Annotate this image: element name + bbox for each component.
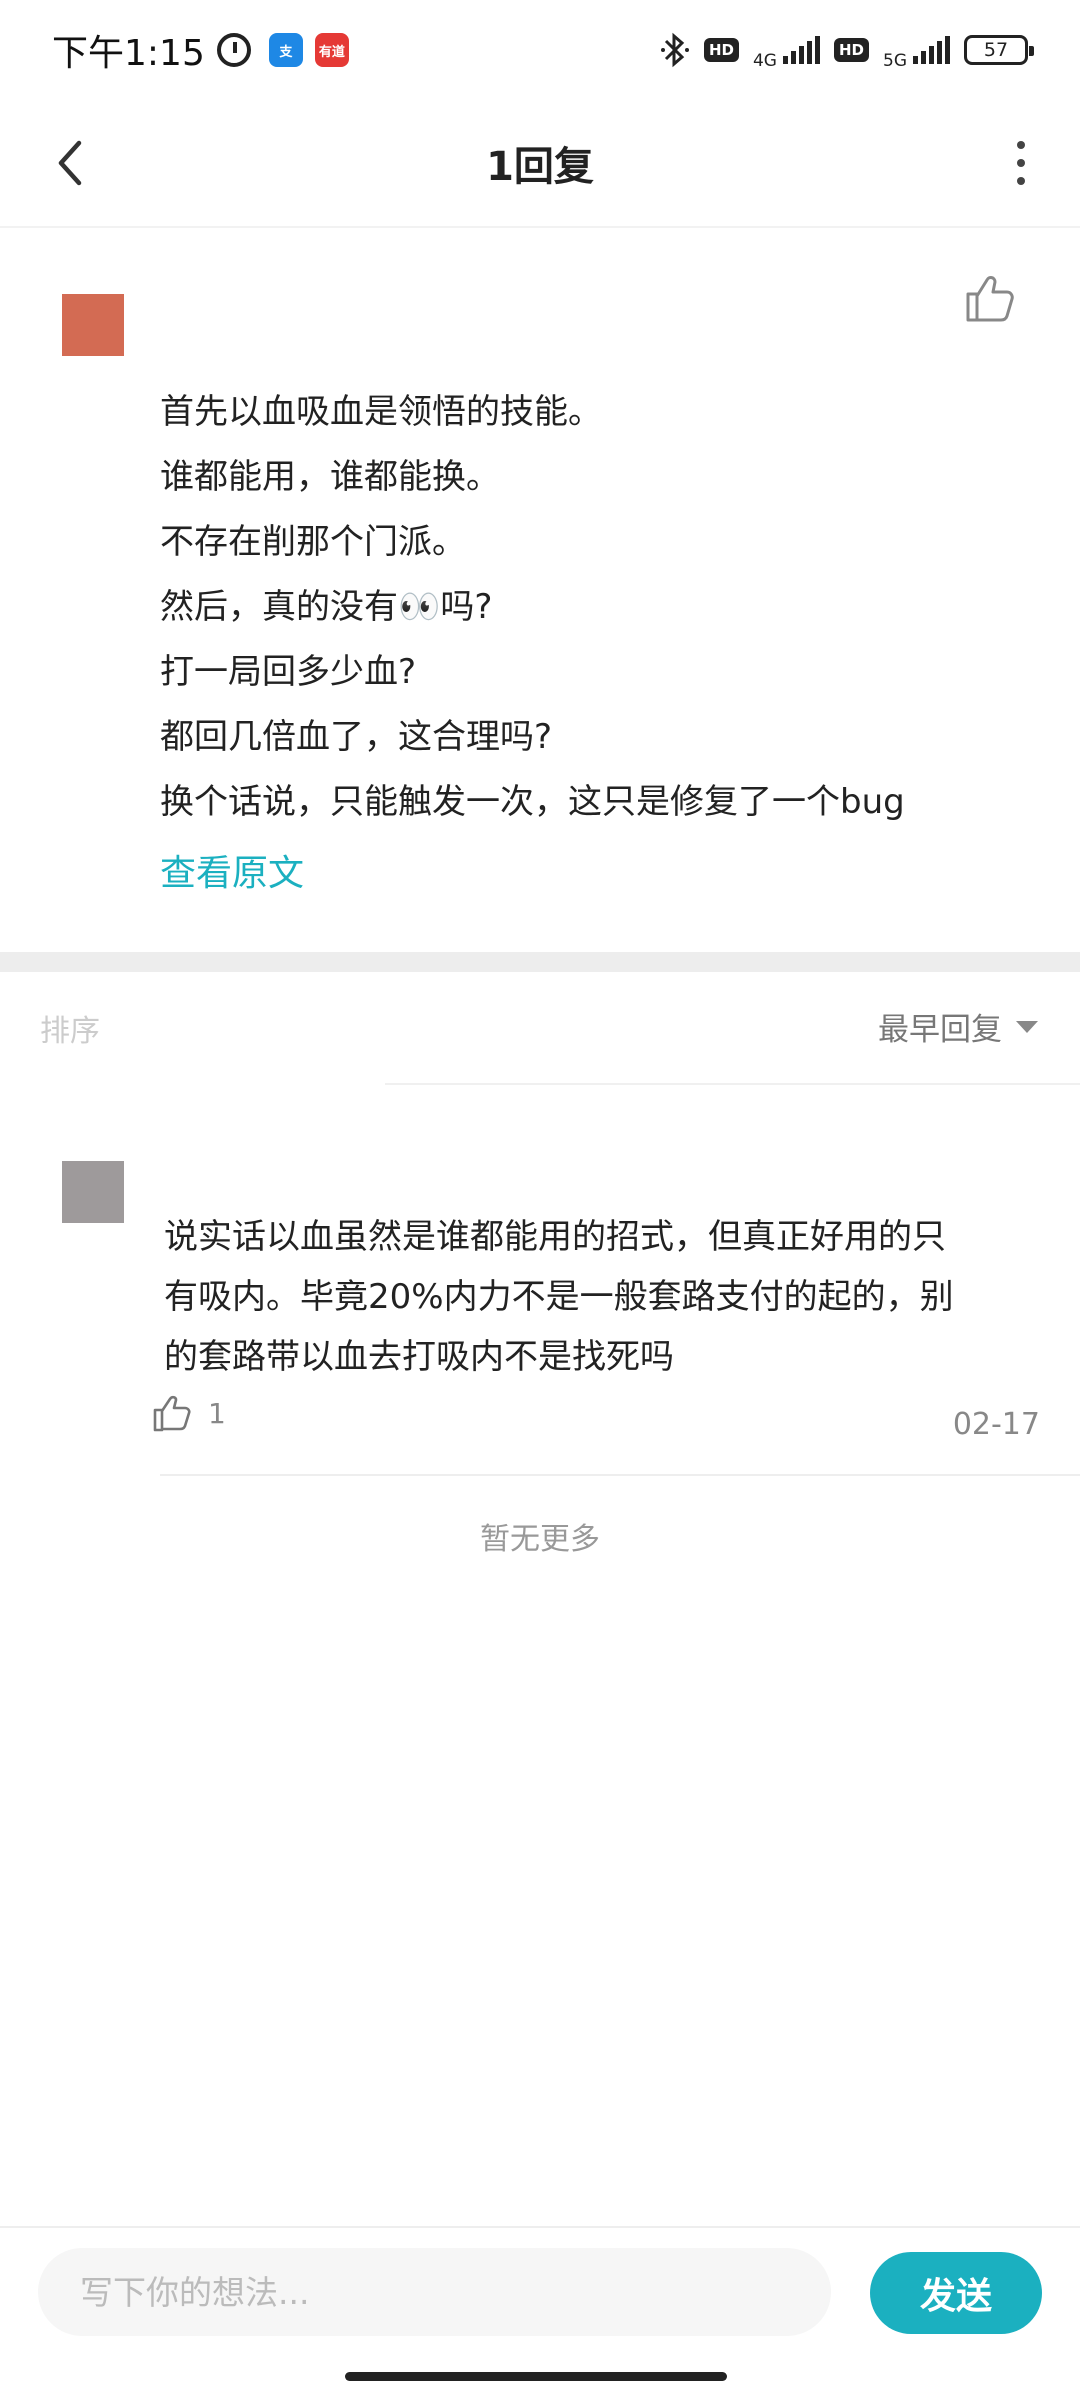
- sort-row: 排序 最早回复: [0, 972, 1080, 1084]
- more-vertical-icon: [1017, 141, 1025, 149]
- sort-label: 排序: [40, 1014, 100, 1049]
- send-button[interactable]: 发送: [870, 2252, 1042, 2334]
- alarm-icon: [216, 33, 251, 67]
- signal-icon: [782, 36, 820, 64]
- page-title: 1回复: [486, 144, 594, 190]
- signal-icon: [913, 36, 950, 64]
- comment-line: 然后，真的没有👀吗?: [160, 587, 493, 627]
- divider: [160, 1474, 1080, 1476]
- comment-input[interactable]: [38, 2248, 831, 2336]
- battery-icon: 57: [964, 35, 1034, 65]
- reply-line: 说实话以血虽然是谁都能用的招式，但真正好用的只: [164, 1217, 946, 1257]
- status-time: 下午1:15: [52, 33, 205, 74]
- reply-item: 说实话以血虽然是谁都能用的招式，但真正好用的只 有吸内。毕竟20%内力不是一般套…: [0, 1085, 1080, 1475]
- caret-down-icon: [1016, 1020, 1038, 1033]
- back-button[interactable]: [36, 128, 106, 198]
- main-comment: 首先以血吸血是领悟的技能。 谁都能用，谁都能换。 不存在削那个门派。 然后，真的…: [0, 228, 1080, 952]
- bluetooth-icon: [660, 32, 689, 68]
- thumbs-up-icon[interactable]: [960, 268, 1020, 328]
- hd-badge: HD: [703, 38, 739, 62]
- status-bar: 下午1:15 支 有道 HD 4G HD 5G 57: [0, 0, 1080, 100]
- network-type-5g: 5G: [883, 51, 907, 71]
- home-indicator[interactable]: [345, 2372, 727, 2381]
- comment-line: 首先以血吸血是领悟的技能。: [160, 392, 602, 432]
- back-arrow-icon: [58, 140, 82, 186]
- reply-line: 的套路带以血去打吸内不是找死吗: [164, 1337, 674, 1377]
- divider: [0, 2226, 1080, 2228]
- comment-line: 不存在削那个门派。: [160, 522, 466, 562]
- alipay-icon: 支: [268, 33, 303, 67]
- no-more-text: 暂无更多: [480, 1522, 600, 1557]
- sort-dropdown[interactable]: 最早回复: [878, 1004, 1038, 1049]
- like-count: 1: [208, 1396, 226, 1430]
- avatar[interactable]: [62, 1161, 124, 1223]
- youdao-icon: 有道: [314, 33, 349, 67]
- comment-line: 换个话说，只能触发一次，这只是修复了一个bug: [160, 782, 905, 822]
- like-button[interactable]: 1: [150, 1391, 226, 1435]
- more-button[interactable]: [986, 128, 1056, 198]
- avatar[interactable]: [62, 294, 124, 356]
- thumbs-up-icon: [153, 1395, 191, 1432]
- comment-line: 都回几倍血了，这合理吗?: [160, 717, 553, 757]
- view-original-link[interactable]: 查看原文: [160, 844, 304, 896]
- sort-selected-label: 最早回复: [878, 1012, 1002, 1048]
- reply-line: 有吸内。毕竟20%内力不是一般套路支付的起的，别: [164, 1277, 954, 1317]
- reply-date: 02-17: [952, 1407, 1040, 1442]
- section-divider: [0, 952, 1080, 972]
- comment-body: 首先以血吸血是领悟的技能。 谁都能用，谁都能换。 不存在削那个门派。 然后，真的…: [160, 380, 1020, 835]
- hd-badge: HD: [833, 38, 869, 62]
- network-type-4g: 4G: [752, 51, 777, 71]
- reply-body: 说实话以血虽然是谁都能用的招式，但真正好用的只 有吸内。毕竟20%内力不是一般套…: [164, 1207, 1034, 1387]
- comment-line: 打一局回多少血?: [160, 652, 417, 692]
- nav-bar: 1回复: [0, 100, 1080, 226]
- comment-line: 谁都能用，谁都能换。: [160, 457, 500, 497]
